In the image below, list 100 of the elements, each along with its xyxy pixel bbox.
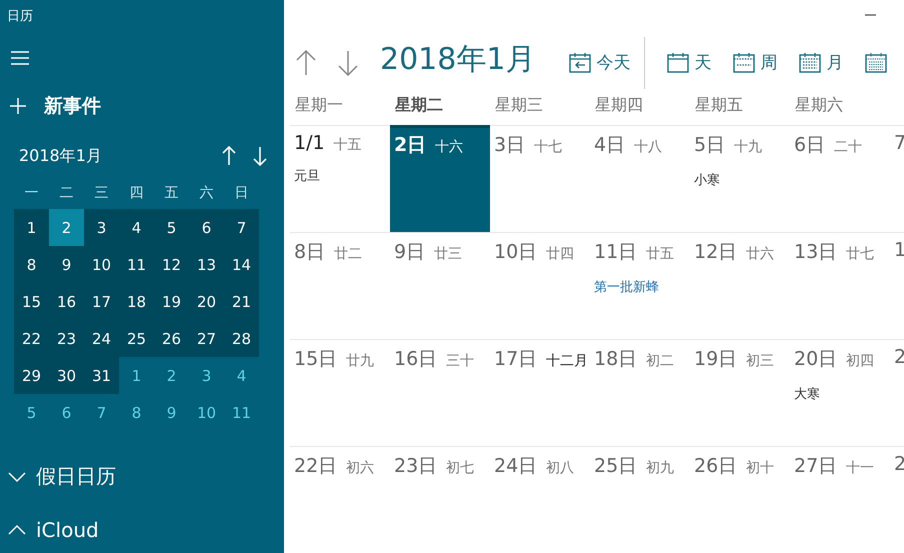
date-cell[interactable]: 5 [154, 209, 189, 246]
view-button[interactable]: 周 [733, 51, 778, 74]
day-cell[interactable]: 8日 廿二 [290, 232, 390, 339]
calendar-group-toggle[interactable]: 假日日历 [8, 463, 116, 490]
date-cell[interactable]: 1 [14, 209, 49, 246]
date-cell[interactable]: 9 [154, 394, 189, 431]
date-cell[interactable]: 17 [84, 283, 119, 320]
day-cell[interactable]: 18日 初二 [590, 339, 690, 446]
day-cell[interactable]: 25日 初九 [590, 446, 690, 553]
calendar-icon [865, 52, 888, 73]
weekday-label: 四 [128, 184, 144, 203]
lunar-date: 廿五 [646, 245, 674, 263]
day-cell[interactable]: 2 [890, 339, 904, 446]
date-number: 1/1 [294, 132, 325, 154]
day-cell[interactable]: 10日 廿四 [490, 232, 590, 339]
day-cell[interactable]: 20日 初四 大寒 [790, 339, 890, 446]
date-number: 2 [894, 453, 904, 475]
month-title: 2018年1月 [380, 41, 536, 79]
date-cell[interactable]: 4 [119, 209, 154, 246]
date-cell[interactable]: 10 [189, 394, 224, 431]
date-cell[interactable]: 29 [14, 357, 49, 394]
date-cell[interactable]: 24 [84, 320, 119, 357]
day-cell[interactable]: 2日 十六 [390, 125, 490, 232]
view-button[interactable]: 月 [799, 51, 844, 74]
date-cell[interactable]: 8 [14, 246, 49, 283]
day-cell[interactable]: 24日 初八 [490, 446, 590, 553]
date-cell[interactable]: 28 [224, 320, 259, 357]
day-cell[interactable]: 5日 十九 小寒 [690, 125, 790, 232]
view-button[interactable] [865, 52, 888, 73]
day-cell[interactable]: 2 [890, 446, 904, 553]
date-cell[interactable]: 2 [154, 357, 189, 394]
date-cell[interactable]: 11 [224, 394, 259, 431]
date-cell[interactable]: 13 [189, 246, 224, 283]
date-number: 2 [894, 346, 904, 368]
calendar-group-toggle[interactable]: iCloud [8, 518, 99, 542]
date-cell[interactable]: 4 [224, 357, 259, 394]
lunar-date: 三十 [446, 352, 474, 370]
date-cell[interactable]: 15 [14, 283, 49, 320]
view-button[interactable]: 天 [667, 51, 712, 74]
chevron-icon [8, 470, 26, 482]
date-cell[interactable]: 1 [119, 357, 154, 394]
weekday-header: 星期二 [394, 95, 444, 116]
date-cell[interactable]: 14 [224, 246, 259, 283]
date-cell[interactable]: 12 [154, 246, 189, 283]
date-cell[interactable]: 11 [119, 246, 154, 283]
minimize-icon[interactable] [865, 14, 876, 16]
down-arrow-icon[interactable] [338, 50, 358, 76]
day-cell[interactable]: 19日 初三 [690, 339, 790, 446]
day-cell[interactable]: 15日 廿九 [290, 339, 390, 446]
day-cell[interactable]: 23日 初七 [390, 446, 490, 553]
date-cell[interactable]: 21 [224, 283, 259, 320]
date-cell[interactable]: 6 [189, 209, 224, 246]
day-cell[interactable]: 13日 廿七 [790, 232, 890, 339]
date-cell[interactable]: 2 [49, 209, 84, 246]
date-number: 26日 [694, 454, 738, 479]
day-cell[interactable]: 3日 十七 [490, 125, 590, 232]
date-cell[interactable]: 23 [49, 320, 84, 357]
day-cell[interactable]: 16日 三十 [390, 339, 490, 446]
date-number: 5日 [694, 133, 726, 158]
date-cell[interactable]: 18 [119, 283, 154, 320]
date-cell[interactable]: 9 [49, 246, 84, 283]
up-arrow-icon[interactable] [296, 50, 316, 76]
date-cell[interactable]: 3 [84, 209, 119, 246]
date-cell[interactable]: 26 [154, 320, 189, 357]
date-number: 27日 [794, 454, 838, 479]
day-cell[interactable]: 11日 廿五 第一批新蜂 [590, 232, 690, 339]
date-cell[interactable]: 30 [49, 357, 84, 394]
date-cell[interactable]: 16 [49, 283, 84, 320]
date-number: 11日 [594, 240, 638, 265]
date-number: 18日 [594, 347, 638, 372]
day-cell[interactable]: 22日 初六 [290, 446, 390, 553]
lunar-date: 十六 [435, 138, 464, 156]
date-cell[interactable]: 27 [189, 320, 224, 357]
day-cell[interactable]: 26日 初十 [690, 446, 790, 553]
date-cell[interactable]: 22 [14, 320, 49, 357]
lunar-date: 十一 [846, 459, 874, 477]
day-cell[interactable]: 12日 廿六 [690, 232, 790, 339]
event-title[interactable]: 第一批新蜂 [594, 278, 659, 296]
date-cell[interactable]: 6 [49, 394, 84, 431]
day-cell[interactable]: 9日 廿三 [390, 232, 490, 339]
calendar-icon [667, 52, 690, 73]
day-cell[interactable]: 1 [890, 232, 904, 339]
day-cell[interactable]: 6日 二十 [790, 125, 890, 232]
date-cell[interactable]: 31 [84, 357, 119, 394]
date-cell[interactable]: 7 [84, 394, 119, 431]
menu-icon[interactable] [11, 51, 29, 65]
lunar-date: 初三 [746, 352, 774, 370]
new-event-button[interactable]: 新事件 [10, 93, 101, 119]
date-cell[interactable]: 25 [119, 320, 154, 357]
date-cell[interactable]: 8 [119, 394, 154, 431]
day-cell[interactable]: 17日 十二月 [490, 339, 590, 446]
today-button[interactable]: 今天 [569, 51, 630, 74]
date-cell[interactable]: 10 [84, 246, 119, 283]
date-cell[interactable]: 5 [14, 394, 49, 431]
date-cell[interactable]: 3 [189, 357, 224, 394]
date-cell[interactable]: 19 [154, 283, 189, 320]
day-cell[interactable]: 4日 十八 [590, 125, 690, 232]
date-cell[interactable]: 20 [189, 283, 224, 320]
day-cell[interactable]: 27日 十一 [790, 446, 890, 553]
date-cell[interactable]: 7 [224, 209, 259, 246]
